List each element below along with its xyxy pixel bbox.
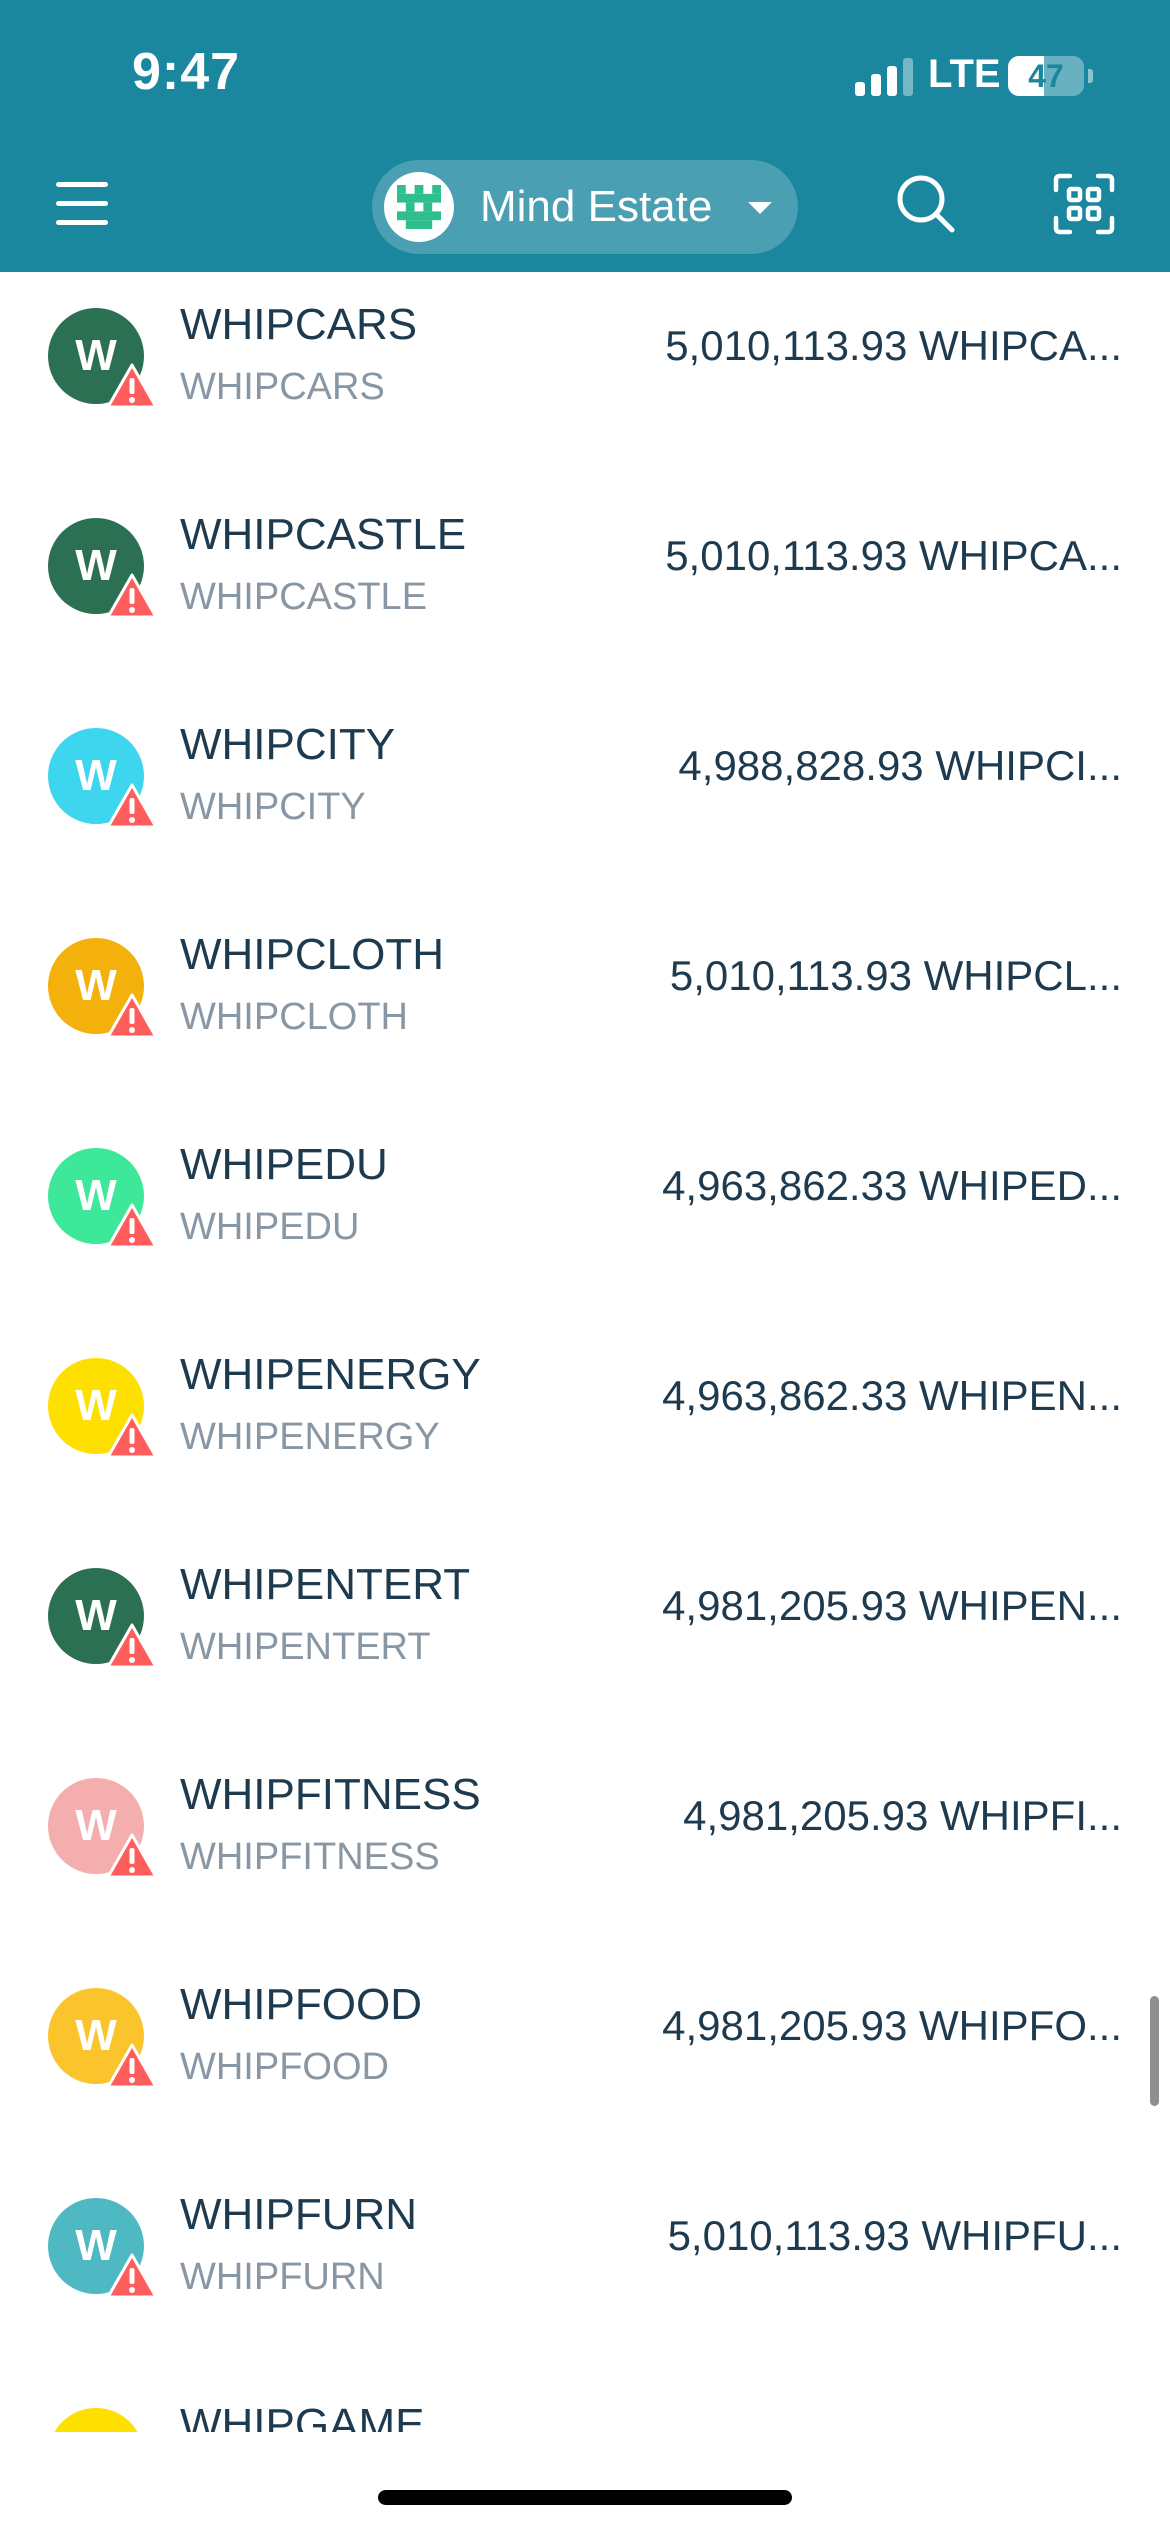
token-balance: 4,963,862.33 WHIPED... <box>662 1162 1122 1209</box>
token-row[interactable]: W WHIPGAME <box>0 2376 1170 2432</box>
token-balance: 4,988,828.93 WHIPCI... <box>678 742 1122 789</box>
token-symbol: WHIPCLOTH <box>180 996 408 1038</box>
token-symbol: WHIPENTERT <box>180 1626 431 1668</box>
home-indicator <box>378 2490 792 2505</box>
token-symbol: WHIPENERGY <box>180 1416 440 1458</box>
token-row[interactable]: W WHIPCARS WHIPCARS 5,010,113.93 WHIPCA... <box>0 276 1170 486</box>
qr-scan-icon[interactable] <box>1052 172 1116 236</box>
token-balance: 5,010,113.93 WHIPCA... <box>665 532 1122 579</box>
token-symbol: WHIPEDU <box>180 1206 360 1248</box>
token-name: WHIPENERGY <box>180 1350 481 1399</box>
cellular-signal-icon <box>855 58 915 96</box>
account-name: Mind Estate <box>480 182 713 231</box>
token-name: WHIPENTERT <box>180 1560 471 1609</box>
warning-icon <box>106 1622 158 1670</box>
hamburger-menu-icon[interactable] <box>50 172 120 236</box>
token-symbol: WHIPCARS <box>180 366 385 408</box>
warning-icon <box>106 992 158 1040</box>
search-icon[interactable] <box>894 172 958 236</box>
token-list[interactable]: W WHIPCARS WHIPCARS 5,010,113.93 WHIPCA... W… <box>0 272 1170 2432</box>
token-name: WHIPCARS <box>180 300 418 349</box>
token-row[interactable]: W WHIPFITNESS WHIPFITNESS 4,981,205.93 WHIP… <box>0 1746 1170 1956</box>
chevron-down-icon <box>748 202 772 214</box>
token-row[interactable]: W WHIPENTERT WHIPENTERT 4,981,205.93 WHIPEN… <box>0 1536 1170 1746</box>
token-row[interactable]: W WHIPCASTLE WHIPCASTLE 5,010,113.93 WHIPCA… <box>0 486 1170 696</box>
warning-icon <box>106 1202 158 1250</box>
token-balance: 4,963,862.33 WHIPEN... <box>662 1372 1122 1419</box>
token-symbol: WHIPCITY <box>180 786 366 828</box>
warning-icon <box>106 1412 158 1460</box>
token-row[interactable]: W WHIPENERGY WHIPENERGY 4,963,862.33 WHIPEN… <box>0 1326 1170 1536</box>
token-balance: 5,010,113.93 WHIPCA... <box>665 322 1122 369</box>
token-name: WHIPGAME <box>180 2400 425 2432</box>
token-avatar-letter: W <box>48 2408 144 2432</box>
token-symbol: WHIPFOOD <box>180 2046 389 2088</box>
status-time: 9:47 <box>132 43 241 101</box>
network-type: LTE <box>928 52 1001 96</box>
warning-icon <box>106 2252 158 2300</box>
token-name: WHIPEDU <box>180 1140 388 1189</box>
token-name: WHIPCLOTH <box>180 930 444 979</box>
app-header: 9:47 LTE 47 Mind Estate <box>0 0 1170 272</box>
warning-icon <box>106 782 158 830</box>
account-identicon <box>384 172 454 242</box>
token-symbol: WHIPFITNESS <box>180 1836 440 1878</box>
token-balance: 4,981,205.93 WHIPEN... <box>662 1582 1122 1629</box>
token-balance: 5,010,113.93 WHIPCL... <box>669 952 1122 999</box>
token-row[interactable]: W WHIPEDU WHIPEDU 4,963,862.33 WHIPED... <box>0 1116 1170 1326</box>
token-balance: 5,010,113.93 WHIPFU... <box>667 2212 1122 2259</box>
warning-icon <box>106 1832 158 1880</box>
battery-cap <box>1088 69 1093 83</box>
token-symbol: WHIPCASTLE <box>180 576 428 618</box>
token-balance: 4,981,205.93 WHIPFO... <box>662 2002 1122 2049</box>
warning-icon <box>106 572 158 620</box>
account-selector[interactable]: Mind Estate <box>372 160 798 254</box>
token-row[interactable]: W WHIPFURN WHIPFURN 5,010,113.93 WHIPFU... <box>0 2166 1170 2376</box>
battery-icon: 47 <box>1008 56 1084 96</box>
token-name: WHIPFITNESS <box>180 1770 481 1819</box>
token-row[interactable]: W WHIPFOOD WHIPFOOD 4,981,205.93 WHIPFO... <box>0 1956 1170 2166</box>
token-avatar: W <box>48 2408 144 2432</box>
warning-icon <box>106 362 158 410</box>
token-name: WHIPCITY <box>180 720 396 769</box>
token-name: WHIPFURN <box>180 2190 418 2239</box>
token-row[interactable]: W WHIPCITY WHIPCITY 4,988,828.93 WHIPCI... <box>0 696 1170 906</box>
token-row[interactable]: W WHIPCLOTH WHIPCLOTH 5,010,113.93 WHIPCL..… <box>0 906 1170 1116</box>
token-symbol: WHIPFURN <box>180 2256 385 2298</box>
warning-icon <box>106 2042 158 2090</box>
token-name: WHIPCASTLE <box>180 510 467 559</box>
battery-percent: 47 <box>1028 58 1064 94</box>
scrollbar[interactable] <box>1150 1996 1159 2106</box>
token-name: WHIPFOOD <box>180 1980 422 2029</box>
token-balance: 4,981,205.93 WHIPFI... <box>683 1792 1122 1839</box>
